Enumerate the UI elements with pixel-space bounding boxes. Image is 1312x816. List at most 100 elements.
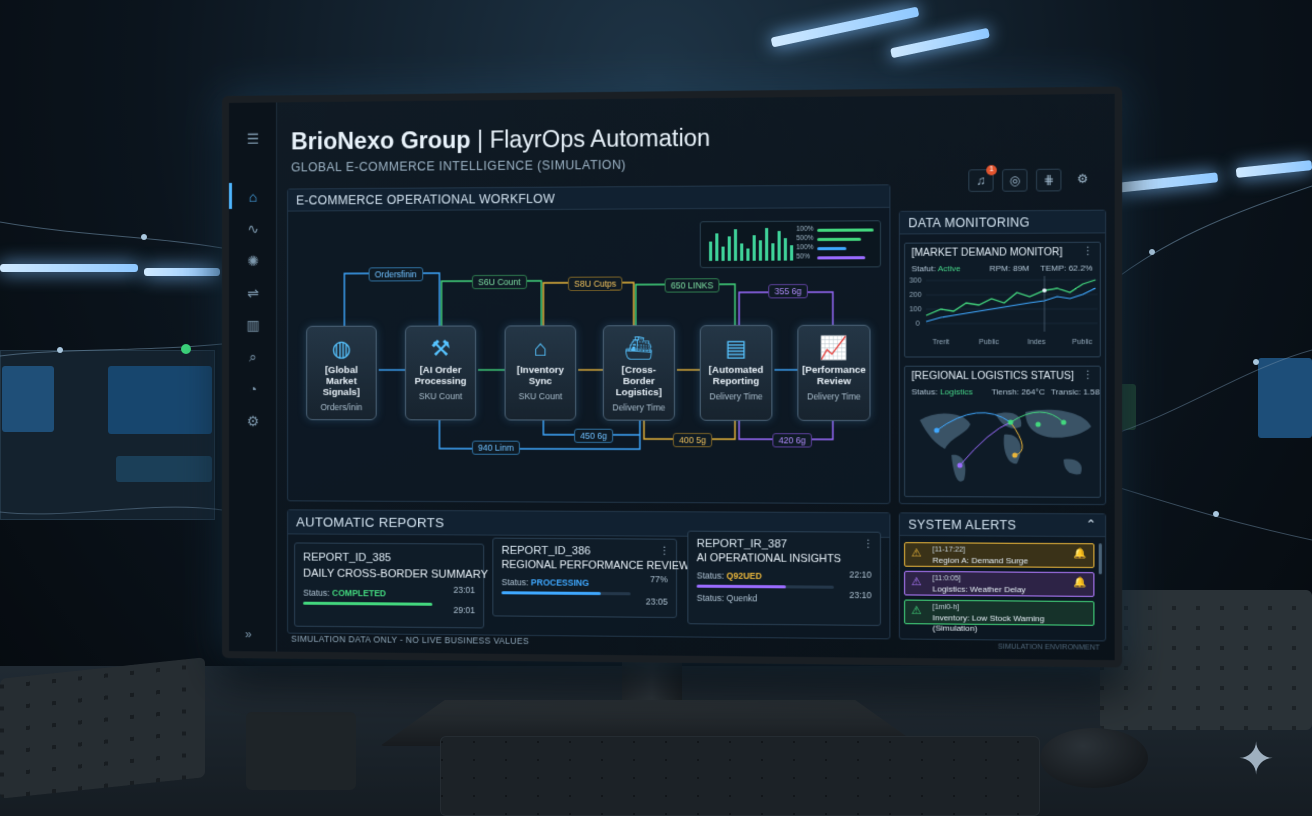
monitoring-title: DATA MONITORING <box>899 210 1106 235</box>
alert-text: Logistics: Weather Delay <box>932 584 1026 595</box>
alert-item[interactable]: ⚠ [1ml0-h] Inventory: Low Stock Warning … <box>904 599 1095 633</box>
bell-icon[interactable]: 🔔 <box>1074 577 1087 588</box>
status-value: PROCESSING <box>530 577 590 588</box>
report-name: AI OPERATIONAL INSIGHTS <box>696 552 842 566</box>
mini-bar <box>746 248 750 261</box>
gear-icon[interactable]: ⚙ <box>1070 168 1096 191</box>
report-id: REPORT_IR_387 <box>696 537 788 551</box>
bar-chart-icon[interactable]: ▥ <box>243 315 263 335</box>
flow-label: 650 LINKS <box>664 278 720 293</box>
chevron-up-icon[interactable]: ⌃ <box>1086 517 1097 532</box>
x-tick: Public <box>979 339 1000 346</box>
transit-readout: Transic: 1.58 <box>1050 387 1100 397</box>
report-card[interactable]: REPORT_IR_387 ⋮ AI OPERATIONAL INSIGHTS … <box>687 530 881 626</box>
mini-bar <box>790 244 794 261</box>
search-icon[interactable]: ⌕ <box>243 347 263 367</box>
status-label: Stafut: <box>911 264 936 274</box>
node-metric: Delivery Time <box>807 391 861 402</box>
demand-line-chart: 300 200 100 0 Trerit Public Indes Public <box>909 274 1102 346</box>
alert-item[interactable]: ⚠ [11:0:05] Logistics: Weather Delay 🔔 <box>904 570 1095 597</box>
control-console <box>1100 590 1312 730</box>
flow-label: Ordersfinin <box>368 267 423 282</box>
grid-icon[interactable]: ⋕ <box>1035 168 1062 192</box>
mini-bar <box>771 243 775 261</box>
node-label: [Inventory Sync <box>516 364 564 388</box>
gear-network-icon[interactable]: ✺ <box>243 251 263 271</box>
alerts-title-text: SYSTEM ALERTS <box>908 517 1017 533</box>
workflow-node-inventory-sync[interactable]: ⌂ [Inventory Sync SKU Count <box>504 325 577 421</box>
report-gear-icon: ▤ <box>725 335 747 361</box>
workflow-node-order-processing[interactable]: ⚒ [AI Order Processing SKU Count <box>404 325 477 421</box>
mini-bar <box>740 243 744 261</box>
report-progress-track <box>303 601 433 606</box>
status-value: Logistics <box>939 387 973 397</box>
node-label: [Automated Reporting <box>708 364 764 388</box>
gauge-icon[interactable]: ◔ <box>243 379 263 399</box>
alerts-scrollbar[interactable] <box>1098 543 1102 575</box>
mini-stat-line <box>817 247 847 251</box>
report-card[interactable]: REPORT_ID_385 DAILY CROSS-BORDER SUMMARY… <box>294 542 488 629</box>
mini-bar <box>733 229 738 261</box>
home-icon[interactable]: ⌂ <box>243 187 263 207</box>
environment-label: SIMULATION ENVIRONMENT <box>997 643 1100 652</box>
control-keypad <box>0 657 205 799</box>
flow-label: 940 Linm <box>471 440 520 455</box>
pulse-icon[interactable]: ∿ <box>243 219 263 239</box>
report-time: 22:10 <box>849 569 872 580</box>
header-actions: ♫ 1 ◎ ⋕ ⚙ <box>968 165 1096 192</box>
workflow-node-performance-review[interactable]: 📈 [Performance Review Delivery Time <box>797 324 871 422</box>
system-alerts-panel: SYSTEM ALERTS ⌃ ⚠ [11-17:22] Region A: De… <box>898 512 1107 642</box>
alert-item[interactable]: ⚠ [11-17:22] Region A: Demand Surge 🔔 <box>904 542 1095 569</box>
more-icon[interactable]: ⋮ <box>1083 370 1094 381</box>
trend-readout: Tiensh: 264°C <box>991 387 1045 397</box>
report-time: 23:01 <box>453 584 476 596</box>
report-progress-percent: 77% <box>650 574 668 585</box>
warning-icon: ⚠ <box>911 576 922 589</box>
menu-icon[interactable]: ☰ <box>243 129 263 149</box>
notification-badge: 1 <box>986 165 997 176</box>
mini-stat-line <box>817 256 866 260</box>
report-progress-track <box>501 591 631 596</box>
node-label: [Performance Review <box>801 364 866 388</box>
simulation-disclaimer: SIMULATION DATA ONLY - NO LIVE BUSINESS … <box>291 633 529 647</box>
status-value: Q92UED <box>726 570 762 582</box>
monitor: ☰ ⌂ ∿ ✺ ⇌ ▥ ⌕ ◔ ⚙ » BrioNexo Group | Fla… <box>222 86 1123 668</box>
rpm-readout: RPM: 89M <box>989 263 1030 274</box>
status-label: Status: <box>501 577 529 588</box>
workflow-node-logistics[interactable]: ⛴ [Cross-Border Logistics] Delivery Time <box>602 325 675 421</box>
expand-rail-button[interactable]: » <box>245 627 252 641</box>
bell-icon[interactable]: ♫ 1 <box>968 165 997 192</box>
data-monitoring-panel: DATA MONITORING [MARKET DEMAND MONITOR] … <box>898 209 1107 506</box>
y-tick: 300 <box>909 277 921 284</box>
bell-icon[interactable]: 🔔 <box>1074 548 1087 559</box>
dashboard-app: ☰ ⌂ ∿ ✺ ⇌ ▥ ⌕ ◔ ⚙ » BrioNexo Group | Fla… <box>228 93 1115 661</box>
mini-bar <box>715 233 719 261</box>
mini-stat-line <box>817 228 874 232</box>
more-icon[interactable]: ⋮ <box>863 539 873 550</box>
globe-icon[interactable]: ◎ <box>1002 168 1028 192</box>
settings-icon[interactable]: ⚙ <box>243 411 263 431</box>
more-icon[interactable]: ⋮ <box>659 546 669 557</box>
status-readout: Stafut: Active <box>911 264 960 273</box>
report-progress-fill <box>303 601 433 606</box>
mini-bar <box>758 239 762 261</box>
node-label: [AI Order Processing <box>414 364 467 388</box>
logistics-world-map <box>919 409 1092 482</box>
report-card[interactable]: REPORT_ID_386 ⋮ REGIONAL PERFORMANCE REV… <box>492 537 689 619</box>
flow-label: 420 6g <box>772 433 812 448</box>
mini-bar <box>752 234 756 261</box>
more-icon[interactable]: ⋮ <box>1083 246 1094 257</box>
trend-chart-icon: 📈 <box>819 335 849 361</box>
report-time: 29:01 <box>453 604 476 616</box>
report-status: Status: Q92UED <box>697 570 762 581</box>
warning-icon: ⚠ <box>911 547 922 560</box>
flow-label: 400 5g <box>672 432 713 448</box>
sliders-icon[interactable]: ⇌ <box>243 283 263 303</box>
workflow-node-market-signals[interactable]: ◍ [Global Market Signals] Orders/inin <box>306 325 377 421</box>
report-progress-track <box>696 584 834 589</box>
workflow-node-reporting[interactable]: ▤ [Automated Reporting Delivery Time <box>699 324 773 421</box>
node-metric: SKU Count <box>518 391 563 402</box>
report-time: 23:10 <box>849 589 872 601</box>
status-value: Active <box>937 263 961 274</box>
flow-label: 355 6g <box>768 284 808 299</box>
